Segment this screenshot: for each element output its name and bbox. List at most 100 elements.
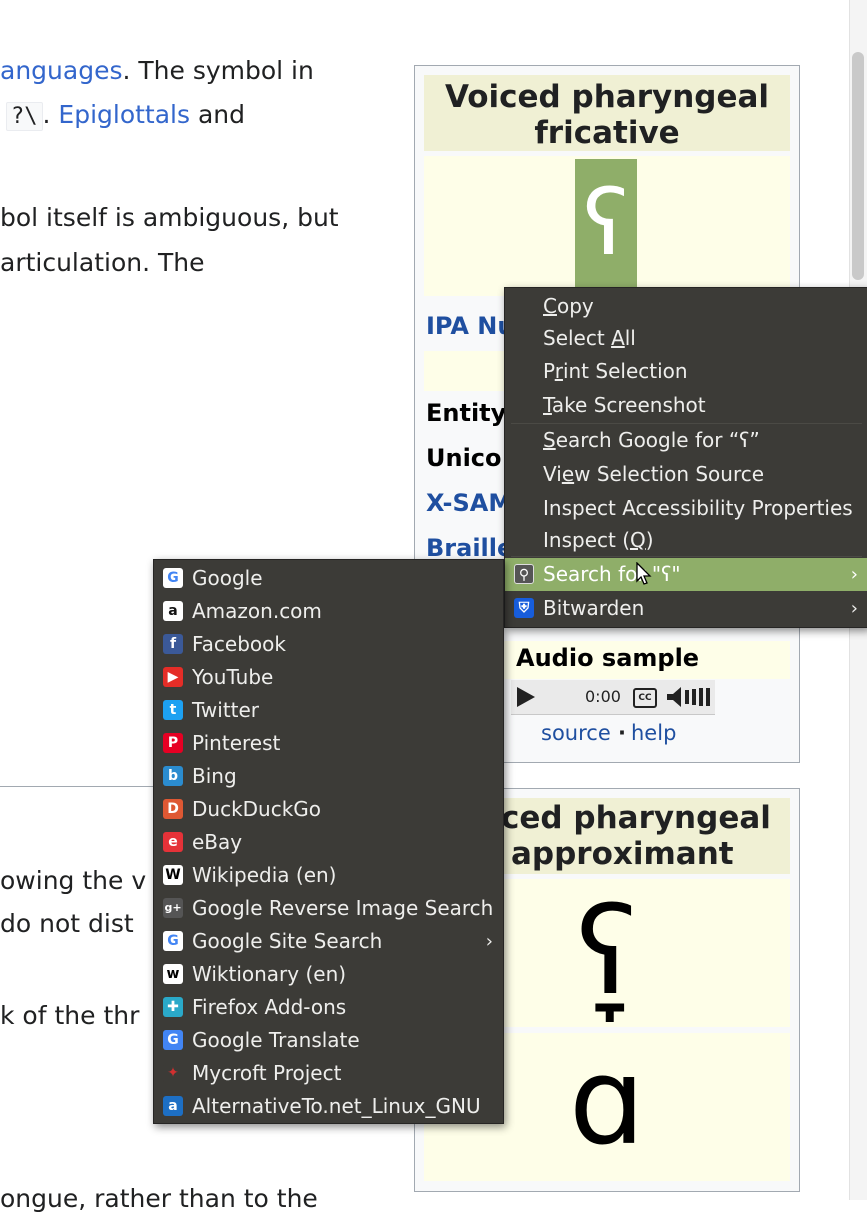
pinterest-icon: P	[163, 733, 183, 753]
separator-dot: ·	[618, 721, 626, 745]
search-engine-item[interactable]: D DuckDuckGo	[154, 793, 503, 826]
submenu-arrow-icon: ›	[850, 564, 858, 585]
search-engine-item[interactable]: g+ Google Reverse Image Search	[154, 892, 503, 925]
menu-item-label: Copy	[543, 294, 594, 318]
menu-separator	[511, 423, 862, 424]
google-icon: G	[163, 568, 183, 588]
article-line-7: k of the thr	[0, 1001, 140, 1030]
menu-item-label: Print Selection	[543, 359, 688, 383]
search-engine-label: Twitter	[192, 698, 260, 722]
menu-separator	[511, 556, 862, 557]
search-engine-item[interactable]: b Bing	[154, 760, 503, 793]
audio-sample-title: Audio sample	[516, 644, 700, 672]
braille-label[interactable]: Braille	[426, 534, 513, 562]
search-engine-item[interactable]: W Wikipedia (en)	[154, 859, 503, 892]
search-engine-label: DuckDuckGo	[192, 797, 322, 821]
facebook-icon: f	[163, 634, 183, 654]
search-engine-item[interactable]: G Google Translate	[154, 1024, 503, 1057]
context-menu-item[interactable]: Search Google for “ʕ”	[505, 424, 867, 457]
context-menu-item[interactable]: Inspect Accessibility Properties	[505, 492, 867, 525]
xsampa-code: ?\	[6, 102, 43, 131]
epiglottals-link[interactable]: Epiglottals	[58, 100, 190, 129]
article-line-4: articulation. The	[0, 248, 205, 277]
search-engine-item[interactable]: t Twitter	[154, 694, 503, 727]
ebay-icon: e	[163, 832, 183, 852]
search-engine-label: Google Translate	[192, 1028, 360, 1052]
google-icon: G	[163, 931, 183, 951]
search-engine-item[interactable]: P Pinterest	[154, 727, 503, 760]
audio-player[interactable]: 0:00 CC	[511, 680, 715, 715]
search-engine-item[interactable]: G Google	[154, 562, 503, 595]
puzzle-icon: ✚	[163, 997, 183, 1017]
search-engine-label: Google	[192, 566, 263, 590]
article-line-8: ongue, rather than to the	[0, 1184, 318, 1213]
article-line-3: bol itself is ambiguous, but	[0, 203, 339, 232]
search-engine-item[interactable]: w Wiktionary (en)	[154, 958, 503, 991]
search-engine-item[interactable]: ✦ Mycroft Project	[154, 1057, 503, 1090]
bitwarden-menu-item[interactable]: ⛨ Bitwarden ›	[505, 592, 867, 625]
amazon-icon: a	[163, 601, 183, 621]
search-engine-label: Bing	[192, 764, 237, 788]
search-for-menu-item[interactable]: ⚲ Search for "ʕ" ›	[505, 558, 867, 591]
infobox-title: Voiced pharyngeal fricative	[424, 75, 790, 151]
context-menu-item[interactable]: Inspect (Q)	[505, 524, 867, 557]
article-line-5: owing the v	[0, 866, 147, 895]
search-engine-label: YouTube	[192, 665, 274, 689]
context-menu-item[interactable]: Print Selection	[505, 355, 867, 388]
search-engine-label: AlternativeTo.net_Linux_GNU	[192, 1094, 481, 1118]
scrollbar-thumb[interactable]	[852, 52, 864, 280]
search-icon: ⚲	[514, 564, 534, 584]
closed-captions-icon[interactable]: CC	[633, 688, 657, 708]
menu-item-label: View Selection Source	[543, 462, 765, 486]
menu-item-label: Search for "ʕ"	[543, 562, 681, 586]
menu-item-label: Bitwarden	[543, 596, 645, 620]
search-engine-item[interactable]: ✚ Firefox Add-ons	[154, 991, 503, 1024]
article-line-2: ?\. Epiglottals and	[6, 100, 245, 131]
article-text: .	[42, 100, 51, 129]
volume-icon[interactable]	[667, 686, 711, 708]
help-link[interactable]: help	[631, 721, 676, 745]
play-icon[interactable]	[517, 687, 535, 707]
alternativeto-icon: a	[163, 1096, 183, 1116]
search-engine-label: Google Site Search	[192, 929, 383, 953]
source-link[interactable]: source	[541, 721, 611, 745]
search-engine-label: Firefox Add-ons	[192, 995, 347, 1019]
mouse-cursor-icon	[636, 562, 652, 585]
languages-link[interactable]: anguages	[0, 56, 122, 85]
search-engine-label: Wiktionary (en)	[192, 962, 347, 986]
menu-item-label: Select All	[543, 326, 636, 350]
search-engine-item[interactable]: e eBay	[154, 826, 503, 859]
bitwarden-shield-icon: ⛨	[514, 598, 534, 618]
context-menu-item[interactable]: Select All	[505, 322, 867, 355]
search-engine-item[interactable]: f Facebook	[154, 628, 503, 661]
search-engine-item[interactable]: ▶ YouTube	[154, 661, 503, 694]
context-menu: Copy Select All Print Selection Take Screen…	[504, 287, 867, 628]
search-engine-item[interactable]: G Google Site Search ›	[154, 925, 503, 958]
duckduckgo-icon: D	[163, 799, 183, 819]
ipa-glyph-image[interactable]: ʕ	[575, 159, 637, 301]
menu-item-label: Take Screenshot	[543, 393, 706, 417]
context-menu-item[interactable]: View Selection Source	[505, 458, 867, 491]
ipa-number-label[interactable]: IPA Nu	[426, 312, 514, 340]
menu-item-label: Inspect (Q)	[543, 528, 654, 552]
twitter-icon: t	[163, 700, 183, 720]
search-engine-label: Amazon.com	[192, 599, 322, 623]
unicode-label: Unico	[426, 444, 502, 472]
search-engine-label: eBay	[192, 830, 243, 854]
article-line-1: anguages. The symbol in	[0, 56, 314, 85]
search-engine-label: Pinterest	[192, 731, 281, 755]
audio-time: 0:00	[585, 687, 621, 706]
search-engine-item[interactable]: a AlternativeTo.net_Linux_GNU	[154, 1090, 503, 1123]
context-menu-item[interactable]: Copy	[505, 290, 867, 323]
search-engine-label: Facebook	[192, 632, 286, 656]
search-engine-label: Mycroft Project	[192, 1061, 342, 1085]
search-engine-label: Google Reverse Image Search	[192, 896, 494, 920]
xsampa-label[interactable]: X-SAM	[426, 489, 512, 517]
article-line-6: do not dist	[0, 909, 134, 938]
search-engine-item[interactable]: a Amazon.com	[154, 595, 503, 628]
submenu-arrow-icon: ›	[485, 931, 493, 952]
submenu-arrow-icon: ›	[850, 598, 858, 619]
entity-label: Entity	[426, 399, 507, 427]
context-menu-item[interactable]: Take Screenshot	[505, 389, 867, 422]
menu-item-label: Inspect Accessibility Properties	[543, 496, 853, 520]
